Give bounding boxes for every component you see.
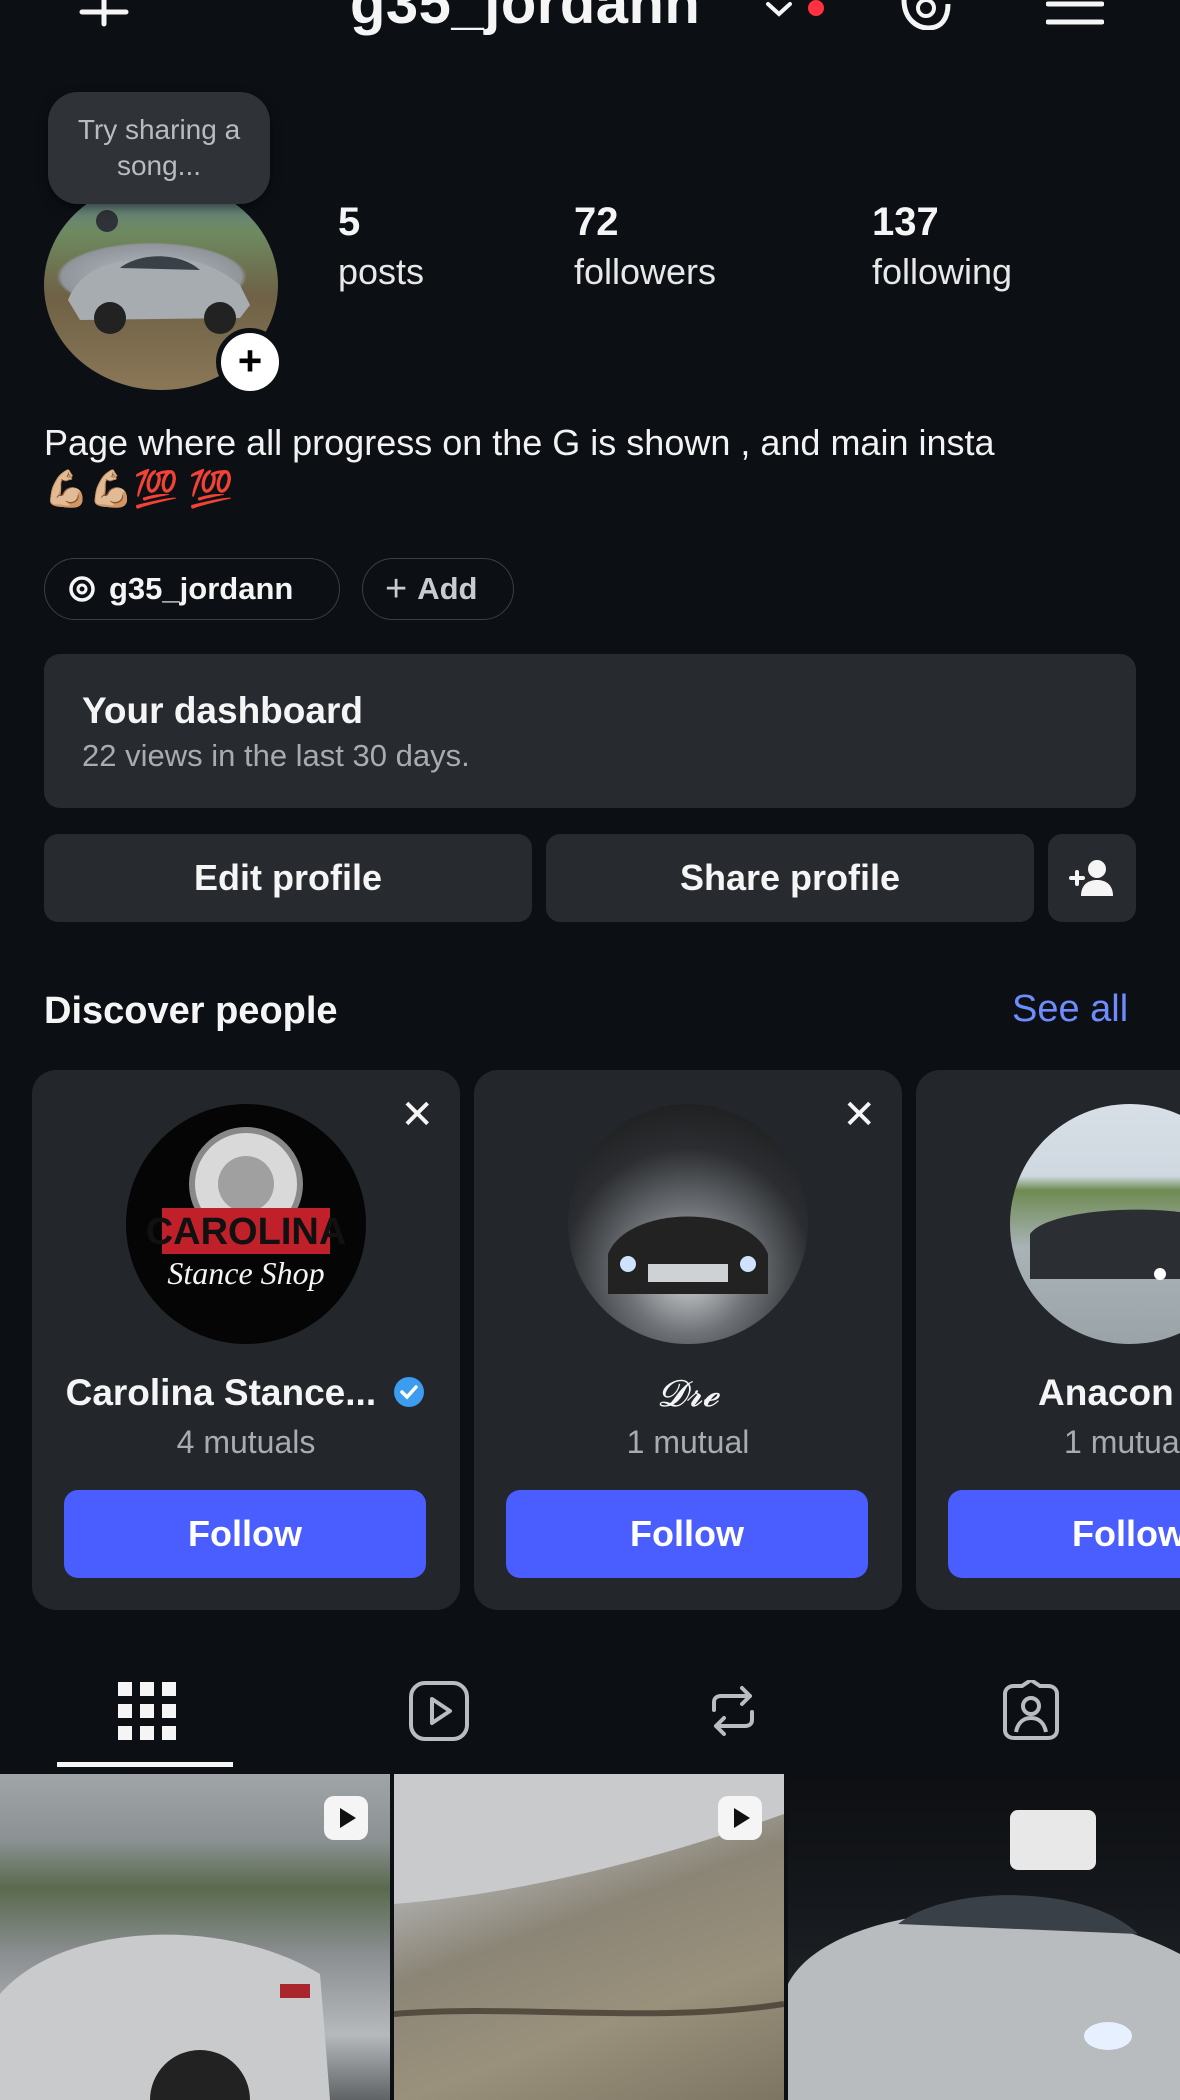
suggested-user-card[interactable]: Anacon 1 mutua Follow — [916, 1070, 1180, 1610]
logo-line-2: Stance Shop — [167, 1255, 324, 1291]
logo-line-1: CAROLINA — [146, 1211, 347, 1253]
menu-icon[interactable] — [1046, 0, 1104, 30]
post-night-car-image — [788, 1810, 1180, 2100]
top-bar: g35_jordann — [0, 0, 1180, 60]
username-title[interactable]: g35_jordann — [350, 0, 700, 37]
follow-button[interactable]: Follow — [506, 1490, 868, 1578]
avatar-car-image — [68, 256, 250, 334]
card-avatar[interactable] — [568, 1104, 808, 1344]
threads-icon — [69, 576, 95, 602]
note-bubble-text: Try sharing a song... — [77, 114, 241, 181]
notification-dot — [808, 0, 824, 16]
camaro-car-image — [1030, 1209, 1180, 1280]
reposts-icon[interactable] — [702, 1680, 764, 1742]
threads-handle-chip[interactable]: g35_jordann — [44, 558, 340, 620]
card-clip: Anacon 1 mutua Follow — [916, 1070, 1180, 1610]
card-mutuals: 4 mutuals — [176, 1424, 316, 1460]
card-avatar[interactable] — [1010, 1104, 1180, 1344]
posts-label: posts — [338, 251, 425, 292]
following-label: following — [872, 251, 1013, 292]
note-bubble-tail — [96, 210, 118, 232]
close-icon[interactable]: ✕ — [842, 1092, 876, 1138]
dashboard-title: Your dashboard — [82, 690, 363, 731]
stat-following[interactable]: 137 following — [872, 200, 1012, 293]
dashboard-card[interactable]: Your dashboard 22 views in the last 30 d… — [44, 654, 1136, 808]
share-profile-button[interactable]: Share profile — [546, 834, 1034, 922]
plus-icon[interactable] — [74, 0, 134, 30]
followers-label: followers — [574, 251, 717, 292]
card-mutuals: 1 mutua — [1064, 1424, 1180, 1460]
post-thumbnail[interactable] — [0, 1774, 390, 2100]
see-all-link[interactable]: See all — [1012, 988, 1128, 1031]
add-label: Add — [417, 571, 478, 606]
reel-badge-icon — [718, 1796, 762, 1840]
suggested-user-card[interactable]: CAROLINA Stance Shop ✕ Carolina Stance..… — [32, 1070, 460, 1610]
card-avatar[interactable]: CAROLINA Stance Shop — [126, 1104, 366, 1344]
threads-icon[interactable] — [898, 0, 954, 30]
cadillac-car-image — [608, 1216, 768, 1294]
following-count: 137 — [872, 200, 939, 244]
followers-count: 72 — [574, 200, 619, 244]
posts-count: 5 — [338, 200, 361, 244]
chevron-down-icon[interactable] — [764, 0, 794, 20]
add-person-icon — [1069, 860, 1113, 896]
bio-line-2: 💪🏼💪🏼💯 💯 — [44, 468, 234, 509]
discover-title: Discover people — [44, 990, 338, 1032]
card-mutuals: 1 mutual — [626, 1424, 750, 1460]
bio-line-1: Page where all progress on the G is show… — [44, 422, 995, 463]
stat-followers[interactable]: 72 followers — [574, 200, 716, 293]
suggested-user-card[interactable]: ✕ 𝓓𝓻𝓮 1 mutual Follow — [474, 1070, 902, 1610]
post-thumbnail[interactable] — [788, 1774, 1180, 2100]
threads-handle-text: g35_jordann — [109, 571, 294, 606]
verified-icon — [394, 1377, 425, 1407]
reel-badge-icon — [324, 1796, 368, 1840]
follow-button[interactable]: Follow — [64, 1490, 426, 1578]
note-bubble[interactable]: Try sharing a song... — [48, 92, 270, 204]
add-story-plus-icon[interactable]: + — [216, 328, 284, 396]
active-tab-indicator — [57, 1762, 233, 1767]
card-name[interactable]: 𝓓𝓻𝓮 — [474, 1372, 902, 1416]
plus-icon: + — [385, 567, 408, 610]
bio: Page where all progress on the G is show… — [44, 420, 1154, 512]
card-name[interactable]: Anacon — [916, 1372, 1180, 1414]
follow-button[interactable]: Follow — [948, 1490, 1180, 1578]
grid-icon[interactable] — [116, 1680, 178, 1742]
card-name[interactable]: Carolina Stance... — [32, 1372, 460, 1414]
tagged-icon[interactable] — [1000, 1680, 1062, 1742]
discover-people-button[interactable] — [1048, 834, 1136, 922]
reels-icon[interactable] — [408, 1680, 470, 1742]
post-thumbnail[interactable] — [394, 1774, 784, 2100]
card-name-text: Carolina Stance... — [65, 1372, 377, 1413]
edit-profile-button[interactable]: Edit profile — [44, 834, 532, 922]
dashboard-subtitle: 22 views in the last 30 days. — [82, 738, 470, 773]
add-link-chip[interactable]: + Add — [362, 558, 514, 620]
stat-posts[interactable]: 5 posts — [338, 200, 424, 293]
close-icon[interactable]: ✕ — [400, 1092, 434, 1138]
carolina-stance-logo: CAROLINA Stance Shop — [146, 1127, 347, 1291]
